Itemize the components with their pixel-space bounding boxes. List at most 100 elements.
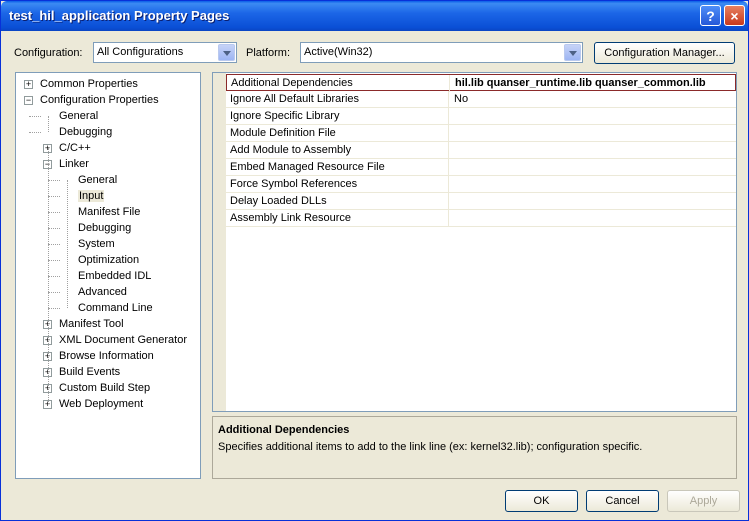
tree-connector: [29, 132, 41, 133]
description-title: Additional Dependencies: [218, 424, 350, 436]
tree-item-label: System: [78, 238, 115, 250]
tree-connector: [48, 228, 60, 229]
tree-connector: [48, 180, 60, 181]
expand-icon[interactable]: +: [24, 80, 33, 89]
tree-connector: [48, 148, 49, 404]
tree-item-label: Input: [78, 190, 105, 202]
configuration-dropdown[interactable]: All Configurations: [93, 42, 237, 63]
tree-item[interactable]: Command Line: [78, 300, 153, 316]
property-pages-window: test_hil_application Property Pages ? × …: [0, 0, 749, 521]
property-row[interactable]: Assembly Link Resource: [226, 210, 736, 227]
column-divider: [448, 142, 449, 159]
tree-connector: [48, 260, 60, 261]
collapse-icon[interactable]: −: [24, 96, 33, 105]
property-value[interactable]: No: [454, 93, 468, 105]
platform-value: Active(Win32): [304, 46, 373, 58]
tree-item[interactable]: XML Document Generator: [59, 332, 187, 348]
tree-connector: [48, 116, 49, 132]
column-divider: [448, 125, 449, 142]
tree-item[interactable]: Input: [78, 188, 105, 204]
property-name: Ignore Specific Library: [230, 110, 340, 122]
property-row[interactable]: Module Definition File: [226, 125, 736, 142]
tree-item-label: General: [59, 110, 99, 122]
tree-item-label: Browse Information: [59, 350, 154, 362]
tree-item-label: Linker: [59, 158, 89, 170]
tree-item[interactable]: General: [59, 108, 98, 124]
chevron-down-icon[interactable]: [564, 44, 581, 61]
column-divider: [448, 91, 449, 108]
tree-item[interactable]: Advanced: [78, 284, 127, 300]
tree-item-label: Command Line: [78, 302, 153, 314]
configuration-label: Configuration:: [14, 47, 83, 59]
ok-button[interactable]: OK: [505, 490, 578, 512]
tree-item[interactable]: Build Events: [59, 364, 120, 380]
tree-item[interactable]: Browse Information: [59, 348, 154, 364]
tree-item[interactable]: Debugging: [59, 124, 112, 140]
cancel-button[interactable]: Cancel: [586, 490, 659, 512]
property-row[interactable]: Additional Dependencies hil.lib quanser_r…: [226, 74, 736, 92]
tree-item[interactable]: System: [78, 236, 115, 252]
tree-item[interactable]: General: [78, 172, 117, 188]
property-value[interactable]: hil.lib quanser_runtime.lib quanser_comm…: [455, 77, 706, 89]
tree-connector: [48, 292, 60, 293]
tree-connector: [48, 276, 60, 277]
property-row[interactable]: Ignore Specific Library: [226, 108, 736, 125]
description-text: Specifies additional items to add to the…: [218, 441, 643, 453]
property-tree[interactable]: Common Properties + Configuration Properti…: [15, 72, 201, 479]
description-panel: Additional Dependencies Specifies additi…: [212, 416, 737, 479]
help-icon[interactable]: ?: [700, 5, 721, 26]
tree-connector: [48, 212, 60, 213]
property-name: Add Module to Assembly: [230, 144, 352, 156]
tree-item[interactable]: Web Deployment: [59, 396, 143, 412]
column-divider: [448, 210, 449, 227]
property-row[interactable]: Add Module to Assembly: [226, 142, 736, 159]
property-grid[interactable]: Additional Dependencies hil.lib quanser_r…: [212, 72, 737, 412]
grid-gutter: [213, 73, 226, 411]
property-name: Additional Dependencies: [231, 77, 353, 89]
tree-item[interactable]: Manifest Tool: [59, 316, 124, 332]
title-bar[interactable]: test_hil_application Property Pages ? ×: [1, 1, 748, 31]
tree-item-label: Configuration Properties: [40, 94, 159, 106]
tree-item[interactable]: Optimization: [78, 252, 139, 268]
tree-item[interactable]: C/C++: [59, 140, 91, 156]
property-name: Ignore All Default Libraries: [230, 93, 360, 105]
property-row[interactable]: Embed Managed Resource File: [226, 159, 736, 176]
configuration-value: All Configurations: [97, 46, 184, 58]
tree-item[interactable]: Common Properties: [40, 76, 138, 92]
window-title: test_hil_application Property Pages: [9, 8, 230, 23]
column-divider: [448, 193, 449, 210]
tree-connector: [48, 244, 60, 245]
column-divider: [449, 75, 450, 92]
property-row[interactable]: Delay Loaded DLLs: [226, 193, 736, 210]
column-divider: [448, 159, 449, 176]
tree-connector: [48, 308, 60, 309]
tree-item-label: Build Events: [59, 366, 121, 378]
tree-item-label: General: [78, 174, 118, 186]
property-name: Force Symbol References: [230, 178, 358, 190]
column-divider: [448, 176, 449, 193]
tree-connector: [67, 180, 68, 308]
tree-item[interactable]: Manifest File: [78, 204, 140, 220]
tree-item-label: Common Properties: [40, 78, 138, 90]
tree-item[interactable]: Linker: [59, 156, 89, 172]
tree-item-label: Custom Build Step: [59, 382, 151, 394]
tree-item[interactable]: Custom Build Step: [59, 380, 150, 396]
tree-item-label: Advanced: [78, 286, 127, 298]
tree-item[interactable]: Configuration Properties: [40, 92, 159, 108]
tree-item-label: C/C++: [59, 142, 91, 154]
tree-item-label: XML Document Generator: [59, 334, 187, 346]
tree-item-label: Optimization: [78, 254, 140, 266]
tree-item-label: Manifest File: [78, 206, 141, 218]
tree-item[interactable]: Embedded IDL: [78, 268, 151, 284]
tree-item-label: Web Deployment: [59, 398, 144, 410]
property-row[interactable]: Force Symbol References: [226, 176, 736, 193]
property-row[interactable]: Ignore All Default Libraries No: [226, 91, 736, 108]
tree-item-label: Embedded IDL: [78, 270, 152, 282]
chevron-down-icon[interactable]: [218, 44, 235, 61]
tree-item-label: Debugging: [78, 222, 132, 234]
tree-item[interactable]: Debugging: [78, 220, 131, 236]
configuration-manager-button[interactable]: Configuration Manager...: [594, 42, 735, 64]
platform-dropdown[interactable]: Active(Win32): [300, 42, 583, 63]
apply-button[interactable]: Apply: [667, 490, 740, 512]
close-icon[interactable]: ×: [724, 5, 745, 26]
